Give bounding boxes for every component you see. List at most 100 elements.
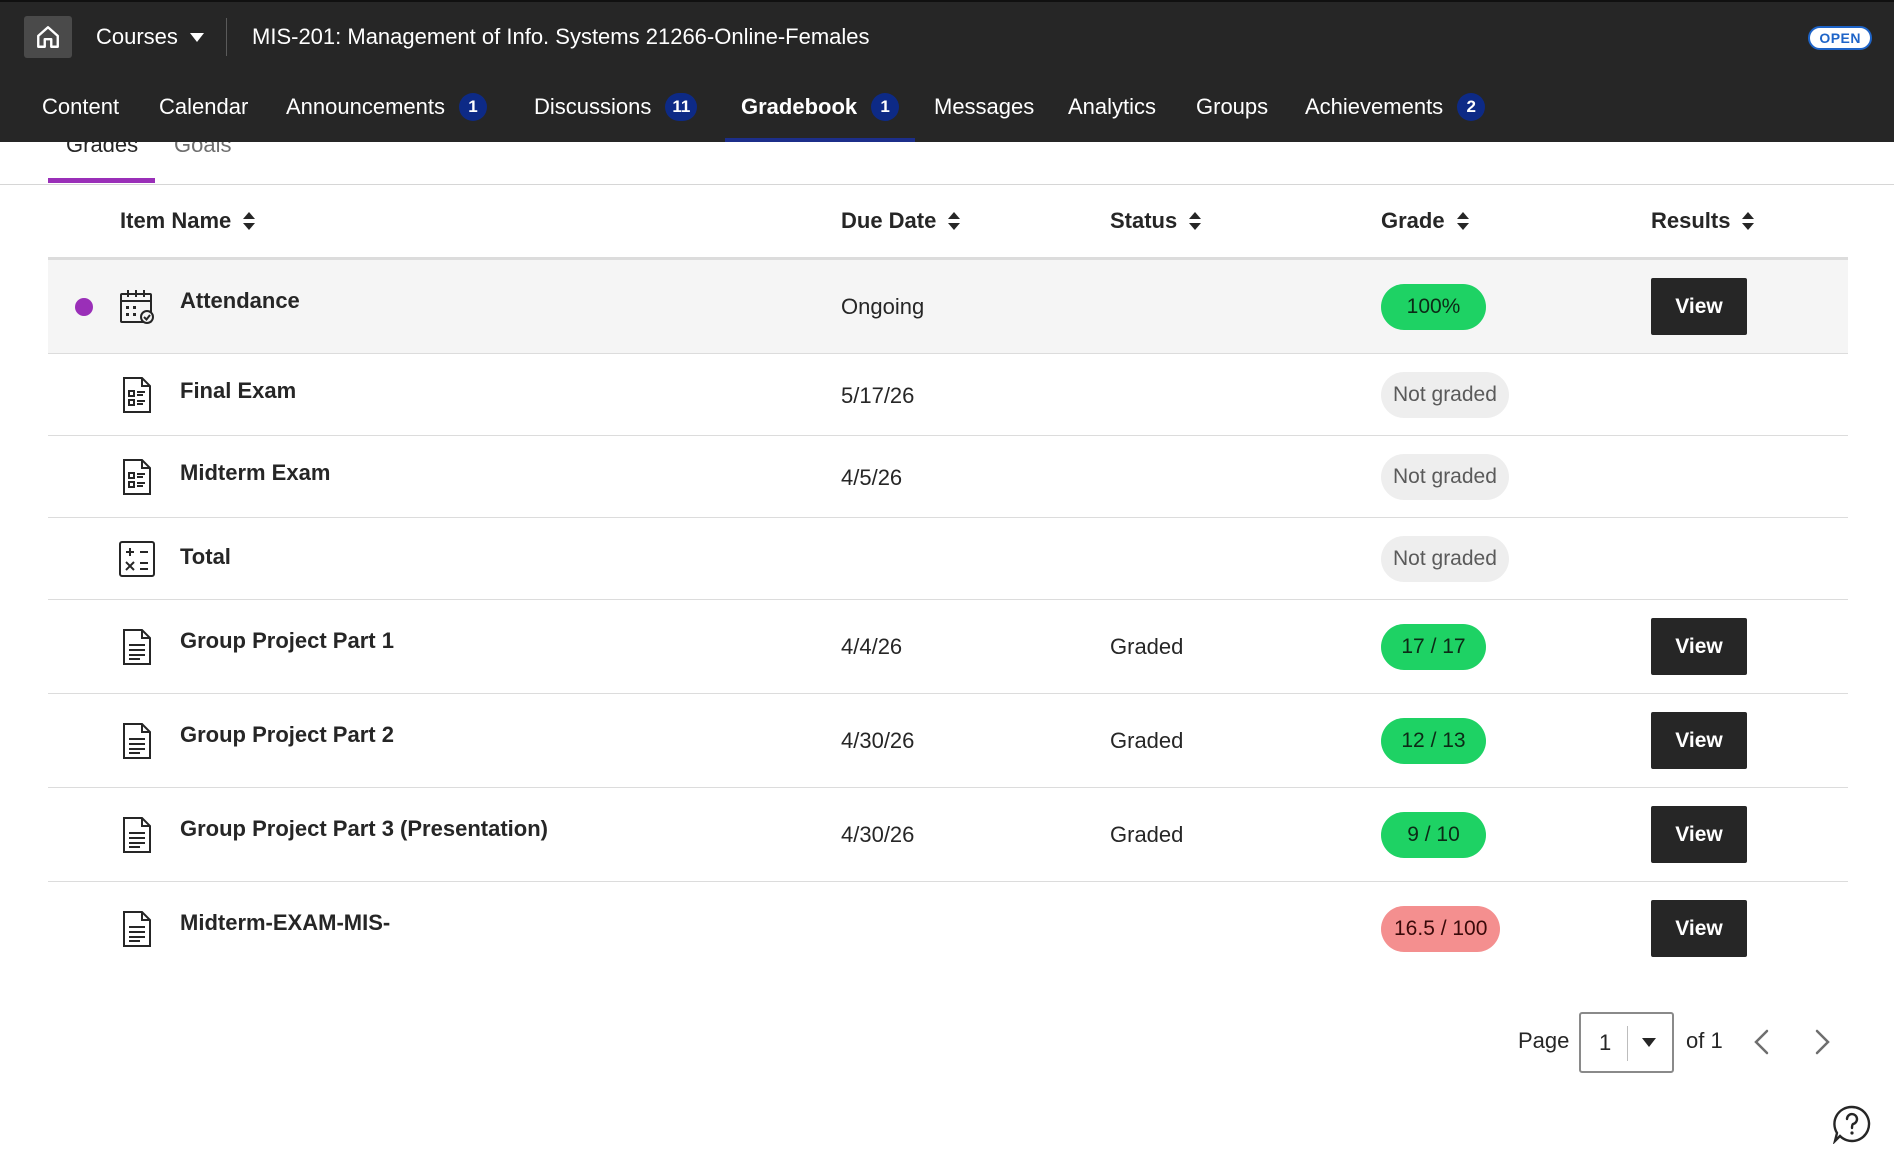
header-label: Status [1110,208,1178,233]
page-label: Page [1518,1028,1570,1053]
assignment-document-icon [123,911,151,947]
grade-pill: Not graded [1381,454,1509,500]
calculator-icon [119,541,155,577]
header-label: Item Name [120,208,232,233]
help-icon[interactable] [1832,1104,1872,1144]
header-label: Grade [1381,208,1445,233]
assignment-document-icon [123,629,151,665]
count-badge: 2 [1457,93,1486,121]
subtab-grades[interactable]: Grades [66,142,138,158]
caret-down-icon [189,32,204,42]
table-row: Group Project Part 2 4/30/26 Graded 12 /… [48,694,1848,788]
due-date: 4/5/26 [841,465,903,490]
tab-announcements[interactable]: Announcements 1 [286,72,487,142]
test-document-icon [123,377,151,413]
tab-label: Content [42,94,120,119]
table-row: Midterm Exam 4/5/26 Not graded [48,436,1848,518]
open-status-badge: OPEN [1808,26,1872,50]
grade-pill: 12 / 13 [1381,718,1486,764]
item-name-link[interactable]: Midterm Exam [180,460,330,486]
new-activity-dot [75,298,93,316]
page-select[interactable]: 1 [1579,1012,1674,1073]
count-badge: 1 [459,93,487,121]
course-nav: Content Calendar Announcements 1 Discuss… [0,72,1894,142]
tab-gradebook[interactable]: Gradebook 1 [724,72,916,142]
tab-analytics[interactable]: Analytics [1068,72,1156,142]
home-button[interactable] [24,16,72,58]
table-row: Group Project Part 1 4/4/26 Graded 17 / … [48,600,1848,694]
tab-content[interactable]: Content [42,72,119,142]
divider [226,18,227,56]
view-results-button[interactable]: View [1651,712,1747,769]
assignment-document-icon [123,817,151,853]
course-title: MIS-201: Management of Info. Systems 212… [252,24,870,49]
subtab-goals[interactable]: Goals [174,142,231,158]
due-date: 4/4/26 [841,634,903,659]
courses-label: Courses [96,24,178,49]
due-date: Ongoing [841,294,925,319]
due-date: 5/17/26 [841,383,915,408]
grade-pill: 9 / 10 [1381,812,1486,858]
item-name-link[interactable]: Midterm-EXAM-MIS- [180,910,390,936]
grade-pill: 17 / 17 [1381,624,1486,670]
column-header-item-name[interactable]: Item Name [120,208,256,234]
sort-icon [948,212,961,230]
grades-table: Item Name Due Date Status Grade Results [48,186,1848,976]
tab-discussions[interactable]: Discussions 11 [534,72,698,142]
table-row: Midterm-EXAM-MIS- 16.5 / 100 View [48,882,1848,976]
current-page-value: 1 [1599,1030,1612,1055]
test-document-icon [123,459,151,495]
assignment-document-icon [123,723,151,759]
item-name-link[interactable]: Group Project Part 2 [180,722,394,748]
status-text: Graded [1110,822,1184,847]
sort-icon [1742,212,1755,230]
header-label: Due Date [841,208,937,233]
table-row: Attendance Ongoing 100% View [48,260,1848,354]
column-header-grade[interactable]: Grade [1381,208,1469,234]
gradebook-subtabs: Grades Goals [0,142,1894,185]
tab-calendar[interactable]: Calendar [159,72,248,142]
due-date: 4/30/26 [841,728,915,753]
table-row: Total Not graded [48,518,1848,600]
tab-label: Calendar [159,94,249,119]
due-date: 4/30/26 [841,822,915,847]
tab-label: Messages [934,94,1035,119]
tab-messages[interactable]: Messages [934,72,1034,142]
home-icon [37,26,59,48]
view-results-button[interactable]: View [1651,618,1747,675]
table-row: Final Exam 5/17/26 Not graded [48,354,1848,436]
column-header-results[interactable]: Results [1651,208,1755,234]
grade-pill: 100% [1381,284,1486,330]
status-text: Graded [1110,634,1184,659]
count-badge: 1 [871,93,900,121]
view-results-button[interactable]: View [1651,806,1747,863]
view-results-button[interactable]: View [1651,278,1747,335]
item-name-link[interactable]: Final Exam [180,378,296,404]
column-header-status[interactable]: Status [1110,208,1202,234]
tab-achievements[interactable]: Achievements 2 [1305,72,1486,142]
sort-icon [243,212,256,230]
sort-icon [1189,212,1202,230]
courses-menu[interactable]: Courses [96,22,204,52]
chevron-right-icon[interactable] [1804,1025,1838,1059]
item-name-link[interactable]: Total [180,544,231,570]
item-name-link[interactable]: Group Project Part 1 [180,628,394,654]
view-results-button[interactable]: View [1651,900,1747,957]
header-label: Results [1651,208,1731,233]
select-divider [1627,1026,1628,1061]
table-row: Group Project Part 3 (Presentation) 4/30… [48,788,1848,882]
attendance-calendar-icon [120,290,154,324]
tab-label: Analytics [1068,94,1157,119]
tab-label: Gradebook [741,94,858,119]
chevron-left-icon[interactable] [1746,1025,1780,1059]
sort-icon [1456,212,1469,230]
page-count-label: of 1 [1686,1028,1723,1053]
tab-groups[interactable]: Groups [1196,72,1268,142]
active-subtab-indicator [48,178,155,183]
column-header-due-date[interactable]: Due Date [841,208,961,234]
item-name-link[interactable]: Attendance [180,288,300,314]
tab-label: Groups [1196,94,1269,119]
item-name-link[interactable]: Group Project Part 3 (Presentation) [180,816,548,842]
grade-pill: Not graded [1381,536,1509,582]
count-badge: 11 [665,93,698,121]
